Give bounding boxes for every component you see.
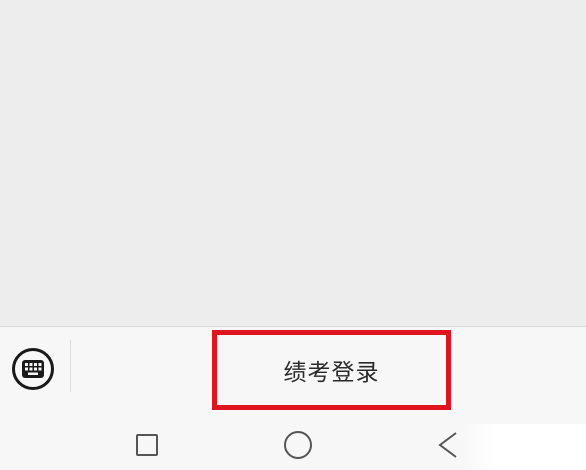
wechat-screen: 绩考登录 (0, 0, 586, 470)
menu-divider (70, 340, 71, 392)
keyboard-icon (22, 360, 44, 378)
home-circle-icon[interactable] (284, 431, 312, 459)
menu-item-label: 绩考登录 (283, 360, 380, 386)
keyboard-toggle-button[interactable] (12, 348, 54, 390)
back-triangle-icon[interactable] (436, 430, 460, 460)
watermark-fade (462, 424, 586, 470)
menu-item-login[interactable]: 绩考登录 (212, 330, 451, 410)
recents-square-icon[interactable] (136, 434, 158, 456)
chat-area[interactable] (0, 0, 586, 326)
